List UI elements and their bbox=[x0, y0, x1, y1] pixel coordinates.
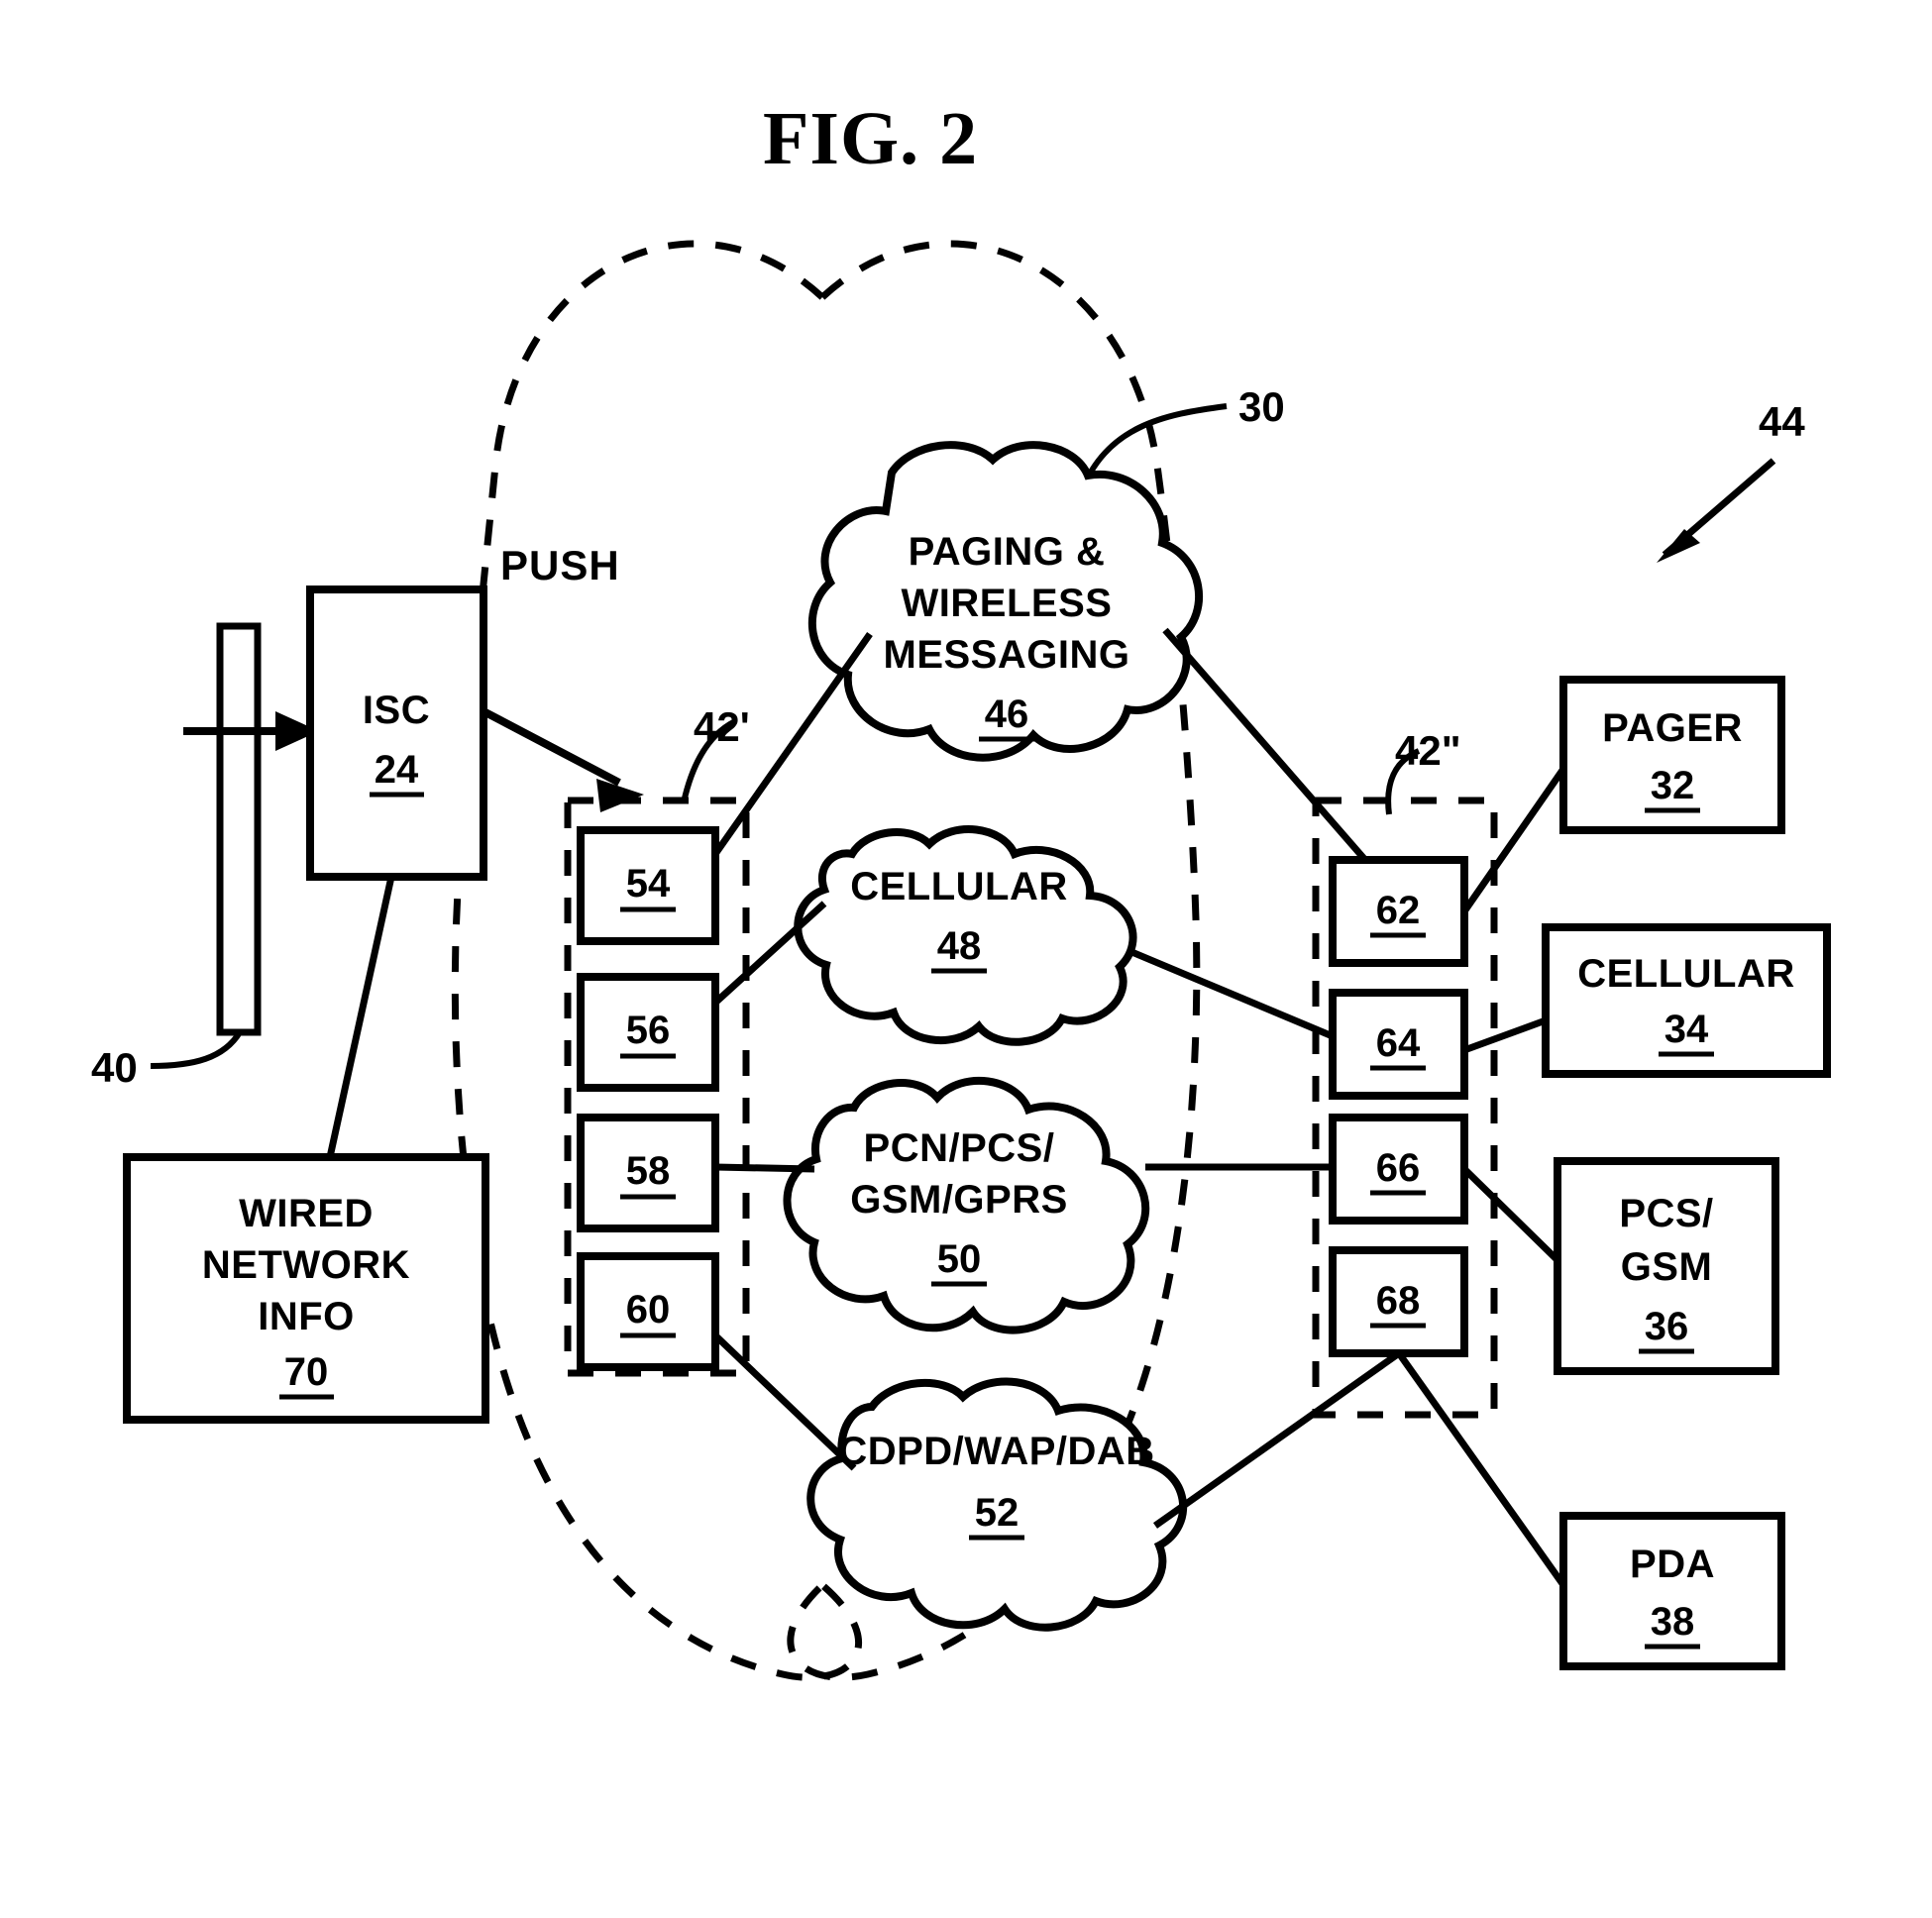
isc-box bbox=[306, 586, 487, 881]
device-pcs-gsm-ref: 36 bbox=[1645, 1305, 1689, 1348]
cloud-46-line1: PAGING & bbox=[909, 530, 1106, 574]
device-pager-ref: 32 bbox=[1651, 764, 1695, 807]
patent-figure-2: FIG. 2 30 44 40 ISC 24 WIRED NETWORK INF… bbox=[0, 0, 1932, 1918]
wired-info-line1: WIRED bbox=[239, 1192, 374, 1235]
left-interface-ref-56: 56 bbox=[626, 1009, 671, 1052]
link-58-to-cloud-50 bbox=[714, 1163, 815, 1173]
device-cellular-label: CELLULAR bbox=[1577, 952, 1795, 996]
isc-label: ISC bbox=[363, 689, 430, 732]
right-interface-ref-66: 66 bbox=[1376, 1146, 1421, 1190]
left-interface-ref-58: 58 bbox=[626, 1149, 671, 1193]
device-pda-label: PDA bbox=[1630, 1543, 1715, 1586]
cloud-50-line1: PCN/PCS/ bbox=[864, 1126, 1055, 1170]
ref-leader-40 bbox=[150, 1030, 243, 1069]
push-arrow-shaft bbox=[482, 707, 621, 787]
device-pda-ref: 38 bbox=[1651, 1600, 1695, 1644]
link-cloud-48-to-64 bbox=[1127, 947, 1335, 1040]
left-interface-ref-60: 60 bbox=[626, 1288, 671, 1332]
network-envelope-left-lobe bbox=[451, 240, 862, 1681]
link-62-to-pager bbox=[1461, 767, 1566, 913]
right-interface-ref-68: 68 bbox=[1376, 1279, 1421, 1323]
figure-canvas: FIG. 2 30 44 40 ISC 24 WIRED NETWORK INF… bbox=[91, 97, 1831, 1681]
cloud-52-line1: CDPD/WAP/DAB bbox=[838, 1430, 1154, 1473]
push-label: PUSH bbox=[500, 542, 620, 588]
left-interface-ref-54: 54 bbox=[626, 862, 671, 906]
device-pager-label: PAGER bbox=[1602, 706, 1743, 750]
left-interface-boxes: 54 56 58 60 bbox=[577, 826, 719, 1371]
right-interface-ref-64: 64 bbox=[1376, 1021, 1421, 1065]
figure-title: FIG. 2 bbox=[763, 97, 978, 180]
ref-label-44: 44 bbox=[1759, 398, 1805, 445]
cloud-48-line1: CELLULAR bbox=[850, 865, 1068, 908]
device-pcs-gsm-line1: PCS/ bbox=[1619, 1192, 1713, 1235]
device-box-pda bbox=[1559, 1512, 1785, 1670]
wired-info-line2: NETWORK bbox=[202, 1243, 410, 1287]
link-60-to-cloud-52 bbox=[712, 1332, 857, 1471]
wired-info-ref: 70 bbox=[284, 1350, 329, 1394]
cloud-52-ref: 52 bbox=[975, 1491, 1020, 1535]
ref-label-40: 40 bbox=[91, 1044, 138, 1091]
link-cloud-46-to-62 bbox=[1162, 627, 1368, 863]
wired-info-line3: INFO bbox=[258, 1295, 355, 1338]
link-68-to-pda bbox=[1396, 1350, 1566, 1588]
cloud-46-ref: 46 bbox=[985, 693, 1029, 736]
ref-label-42-right: 42" bbox=[1395, 727, 1461, 774]
device-pcs-gsm-line2: GSM bbox=[1621, 1245, 1713, 1289]
right-interface-ref-62: 62 bbox=[1376, 889, 1421, 932]
link-cloud-52-to-68 bbox=[1152, 1350, 1402, 1529]
ref-label-42-left: 42' bbox=[694, 703, 750, 750]
link-66-to-pcs-gsm bbox=[1461, 1166, 1560, 1263]
cloud-46-line2: WIRELESS bbox=[902, 582, 1113, 625]
device-cellular-ref: 34 bbox=[1664, 1008, 1709, 1051]
cloud-50-line2: GSM/GPRS bbox=[850, 1178, 1068, 1222]
cloud-50-ref: 50 bbox=[937, 1237, 982, 1281]
link-64-to-cellular bbox=[1462, 1016, 1548, 1054]
device-box-pager bbox=[1559, 676, 1785, 834]
ref-label-30: 30 bbox=[1238, 383, 1285, 430]
link-isc-to-wired-info bbox=[326, 876, 395, 1158]
right-interface-boxes: 62 64 66 68 bbox=[1329, 856, 1468, 1357]
push-arrow-head bbox=[596, 779, 644, 812]
input-stream-bar bbox=[216, 622, 262, 1036]
cloud-48-ref: 48 bbox=[937, 924, 982, 968]
cloud-46-line3: MESSAGING bbox=[884, 633, 1130, 677]
isc-ref: 24 bbox=[375, 748, 419, 792]
